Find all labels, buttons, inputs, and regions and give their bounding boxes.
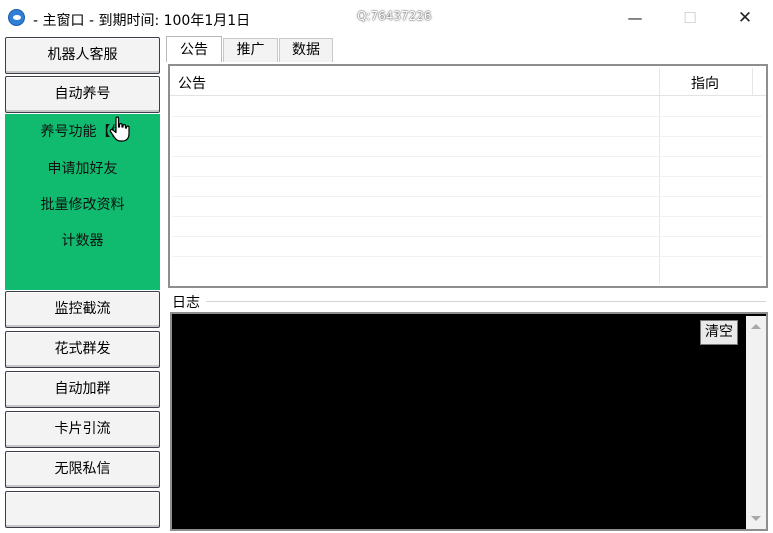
- hand-cursor-icon: [109, 116, 130, 142]
- table-row: [172, 256, 762, 257]
- log-group-divider: [206, 301, 766, 302]
- sidebar: 机器人客服 自动养号 养号功能【偷 申请加好友 批量修改资料 计数器 监控截流 …: [0, 36, 163, 533]
- column-header-notice[interactable]: 公告: [178, 73, 206, 93]
- scroll-up-icon[interactable]: [751, 324, 761, 329]
- log-output[interactable]: [170, 312, 768, 531]
- log-scrollbar[interactable]: [746, 316, 766, 529]
- close-button[interactable]: ✕: [730, 6, 760, 30]
- fancy-broadcast-button[interactable]: 花式群发: [5, 331, 160, 368]
- tab-promotion[interactable]: 推广: [223, 38, 278, 62]
- auto-nurture-button[interactable]: 自动养号: [5, 76, 160, 113]
- auto-join-group-button[interactable]: 自动加群: [5, 371, 160, 408]
- column-divider: [752, 68, 753, 96]
- submenu-item-batch-edit-profile[interactable]: 批量修改资料: [5, 194, 160, 214]
- clear-log-button[interactable]: 清空: [700, 320, 738, 345]
- table-row: [172, 196, 762, 197]
- nurture-submenu: 养号功能【偷 申请加好友 批量修改资料 计数器: [5, 114, 160, 290]
- submenu-item-add-friend[interactable]: 申请加好友: [5, 158, 160, 178]
- robot-service-button[interactable]: 机器人客服: [5, 37, 160, 74]
- title-bar: - 主窗口 - 到期时间: 100年1月1日 Q:76437226 — ☐ ✕: [0, 0, 773, 36]
- unlimited-dm-button[interactable]: 无限私信: [5, 451, 160, 488]
- scroll-down-icon[interactable]: [751, 516, 761, 521]
- tab-data[interactable]: 数据: [279, 38, 333, 62]
- table-row: [172, 176, 762, 177]
- submenu-item-nurture-feature[interactable]: 养号功能【偷: [5, 121, 160, 141]
- notice-table: 公告 指向: [168, 64, 768, 288]
- minimize-button[interactable]: —: [620, 6, 650, 30]
- table-row: [172, 116, 762, 117]
- log-label: 日志: [172, 295, 200, 311]
- table-header: 公告 指向: [170, 66, 766, 96]
- table-row: [172, 236, 762, 237]
- card-traffic-button[interactable]: 卡片引流: [5, 411, 160, 448]
- blank-button[interactable]: [5, 491, 160, 528]
- maximize-button[interactable]: ☐: [675, 6, 705, 30]
- app-icon: [8, 9, 25, 26]
- window-title: - 主窗口 - 到期时间: 100年1月1日: [33, 13, 251, 29]
- watermark-text: Q:76437226: [357, 9, 432, 23]
- column-header-target[interactable]: 指向: [691, 73, 719, 93]
- table-row: [172, 156, 762, 157]
- submenu-item-counter[interactable]: 计数器: [5, 230, 160, 250]
- table-row: [172, 136, 762, 137]
- tab-notice[interactable]: 公告: [166, 36, 222, 62]
- table-row: [172, 216, 762, 217]
- monitor-intercept-button[interactable]: 监控截流: [5, 291, 160, 328]
